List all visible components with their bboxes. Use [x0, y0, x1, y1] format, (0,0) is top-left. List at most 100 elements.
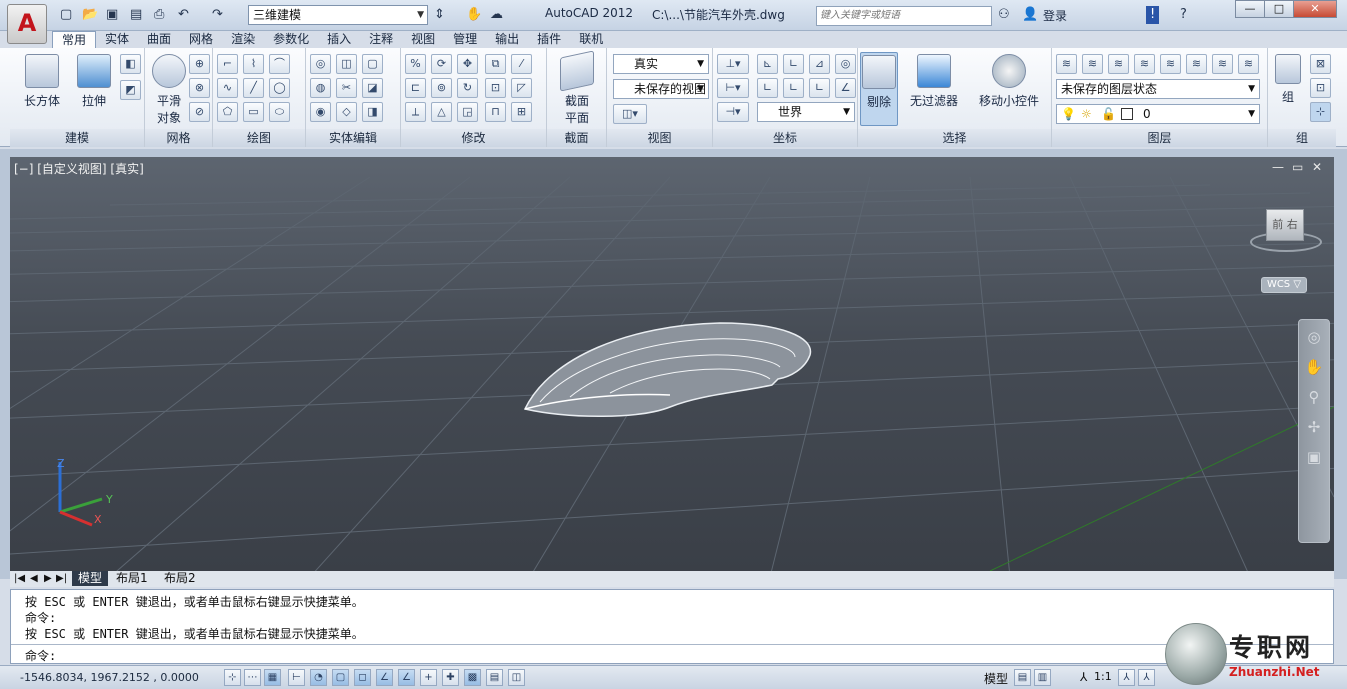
object-snap-tracking-icon[interactable]: ∠ — [376, 669, 393, 686]
view-cube-icon[interactable]: ◫▾ — [613, 104, 647, 124]
polar-tracking-icon[interactable]: ◔ — [310, 669, 327, 686]
tab-prev-icon[interactable]: ◀ — [30, 571, 38, 586]
tab-render[interactable]: 渲染 — [222, 31, 264, 48]
mesh-crease-icon[interactable]: ⊘ — [189, 102, 210, 122]
save-icon[interactable]: ▣ — [106, 6, 118, 24]
ucs-named-icon[interactable]: ⊣▾ — [717, 102, 749, 122]
command-input[interactable]: 命令: — [11, 644, 1333, 664]
tab-first-icon[interactable]: |◀ — [14, 571, 25, 586]
ucs-x-icon[interactable]: ∟ — [757, 78, 778, 98]
application-menu-button[interactable]: A — [7, 4, 47, 44]
quick-view-icon[interactable]: ▥ — [1034, 669, 1051, 686]
layer-unisolate-icon[interactable]: ≋ — [1186, 54, 1207, 74]
group-button[interactable]: 组 — [1270, 54, 1306, 105]
login-link[interactable]: 登录 — [1043, 7, 1067, 24]
search-input[interactable]: 键入关键字或短语 — [816, 6, 992, 26]
extrude-faces-icon[interactable]: ▢ — [362, 54, 383, 74]
ucs-z-icon[interactable]: ∟ — [809, 78, 830, 98]
slice-icon[interactable]: ◨ — [362, 102, 383, 122]
fillet-edge-icon[interactable]: ◪ — [362, 78, 383, 98]
dynamic-ucs-icon[interactable]: ∠ — [398, 669, 415, 686]
3d-move-icon[interactable]: ✥ — [457, 54, 478, 74]
zoom-icon[interactable]: ⚲ — [1301, 388, 1327, 410]
box-button[interactable]: 长方体 — [18, 54, 66, 109]
tab-view[interactable]: 视图 — [402, 31, 444, 48]
tab-parametric[interactable]: 参数化 — [264, 31, 318, 48]
arc-icon[interactable]: ⌒ — [269, 54, 290, 74]
3d-array-icon[interactable]: ⊚ — [431, 78, 452, 98]
quick-properties-icon[interactable]: ▤ — [486, 669, 503, 686]
viewport-close-button[interactable]: ✕ — [1312, 160, 1322, 174]
redo-icon[interactable]: ↷ — [212, 6, 223, 24]
ucs-dropdown[interactable]: 世界 ▼ — [757, 102, 855, 122]
grid-display-icon[interactable]: ▦ — [264, 669, 281, 686]
new-file-icon[interactable]: ▢ — [60, 6, 72, 24]
no-filter-button[interactable]: 无过滤器 — [904, 54, 964, 109]
fillet-icon[interactable]: % — [405, 54, 426, 74]
spline-icon[interactable]: ∿ — [217, 78, 238, 98]
selection-cycling-icon[interactable]: ◫ — [508, 669, 525, 686]
undo-icon[interactable]: ↶ — [178, 6, 189, 24]
panel-title-groups[interactable]: 组 — [1268, 129, 1336, 147]
section-plane-button[interactable]: 截面 平面 — [553, 50, 601, 126]
explode-icon[interactable]: ⊓ — [485, 102, 506, 122]
infer-constraints-icon[interactable]: ⊹ — [224, 669, 241, 686]
extrude-button[interactable]: 拉伸 — [72, 54, 116, 109]
annotation-scale[interactable]: 1:1 — [1094, 670, 1112, 683]
mirror-icon[interactable]: ⟂ — [405, 102, 426, 122]
panel-title-layers[interactable]: 图层 — [1052, 129, 1267, 147]
ucs-previous-icon[interactable]: ∟ — [783, 54, 804, 74]
ucs-y-icon[interactable]: ∟ — [783, 78, 804, 98]
polygon-icon[interactable]: ⬠ — [217, 102, 238, 122]
panel-title-mesh[interactable]: 网格 — [145, 129, 212, 147]
tab-insert[interactable]: 插入 — [318, 31, 360, 48]
close-button[interactable]: ✕ — [1293, 0, 1337, 18]
ucs-view-icon[interactable]: ◎ — [835, 54, 856, 74]
ucs-3point-icon[interactable]: ∠ — [835, 78, 856, 98]
panel-title-draw[interactable]: 绘图 — [213, 129, 305, 147]
panel-title-modify[interactable]: 修改 — [401, 129, 546, 147]
exchange-icon[interactable]: ! — [1146, 6, 1160, 24]
panel-title-solid-edit[interactable]: 实体编辑 — [306, 129, 400, 147]
panel-title-modeling[interactable]: 建模 — [10, 129, 144, 147]
viewport-restore-button[interactable]: ▭ — [1292, 160, 1303, 174]
offset-icon[interactable]: △ — [431, 102, 452, 122]
minimize-button[interactable]: — — [1235, 0, 1265, 18]
ortho-mode-icon[interactable]: ⊢ — [288, 669, 305, 686]
dynamic-input-icon[interactable]: + — [420, 669, 437, 686]
print-icon[interactable]: ⎙ — [154, 6, 164, 24]
lineweight-icon[interactable]: ✚ — [442, 669, 459, 686]
stretch-icon[interactable]: ⊡ — [485, 78, 506, 98]
layer-lock-icon[interactable]: ≋ — [1238, 54, 1259, 74]
open-file-icon[interactable]: 📂 — [82, 6, 98, 24]
layer-thaw-icon[interactable]: ≋ — [1212, 54, 1233, 74]
panel-title-coordinates[interactable]: 坐标 — [713, 129, 857, 147]
layer-state-dropdown[interactable]: 未保存的图层状态 ▼ — [1056, 79, 1260, 99]
tab-layout2[interactable]: 布局2 — [164, 571, 196, 586]
save-as-icon[interactable]: ▤ — [130, 6, 142, 24]
union-icon[interactable]: ◎ — [310, 54, 331, 74]
viewcube[interactable]: 前 右 — [1266, 209, 1304, 241]
snap-mode-icon[interactable]: ⋯ — [244, 669, 261, 686]
tab-last-icon[interactable]: ▶| — [56, 571, 67, 586]
showmotion-icon[interactable]: ▣ — [1301, 448, 1327, 470]
3d-rotate-icon[interactable]: ⟳ — [431, 54, 452, 74]
viewcube-right-face[interactable]: 右 — [1287, 218, 1298, 231]
helix-icon[interactable]: ⌇ — [243, 54, 264, 74]
tab-online[interactable]: 联机 — [570, 31, 612, 48]
steering-wheel-icon[interactable]: ◎ — [1301, 328, 1327, 350]
copy-icon[interactable]: ⧉ — [485, 54, 506, 74]
viewcube-front-face[interactable]: 前 — [1272, 218, 1283, 231]
visual-style-dropdown[interactable]: 真实 ▼ — [613, 54, 709, 74]
scale-icon[interactable]: ◲ — [457, 102, 478, 122]
named-view-dropdown[interactable]: 未保存的视图 ▼ — [613, 79, 709, 99]
workspace-selector[interactable]: 三维建模 ▼ — [248, 5, 428, 25]
move-gizmo-button[interactable]: 移动小控件 — [972, 54, 1046, 109]
ucs-icon[interactable]: ⊥▾ — [717, 54, 749, 74]
tab-next-icon[interactable]: ▶ — [44, 571, 52, 586]
restore-button[interactable]: □ — [1264, 0, 1294, 18]
polyline-icon[interactable]: ⌐ — [217, 54, 238, 74]
model-space-toggle[interactable]: 模型 — [984, 670, 1008, 687]
mesh-refine-icon[interactable]: ⊗ — [189, 78, 210, 98]
tab-home[interactable]: 常用 — [52, 31, 97, 48]
